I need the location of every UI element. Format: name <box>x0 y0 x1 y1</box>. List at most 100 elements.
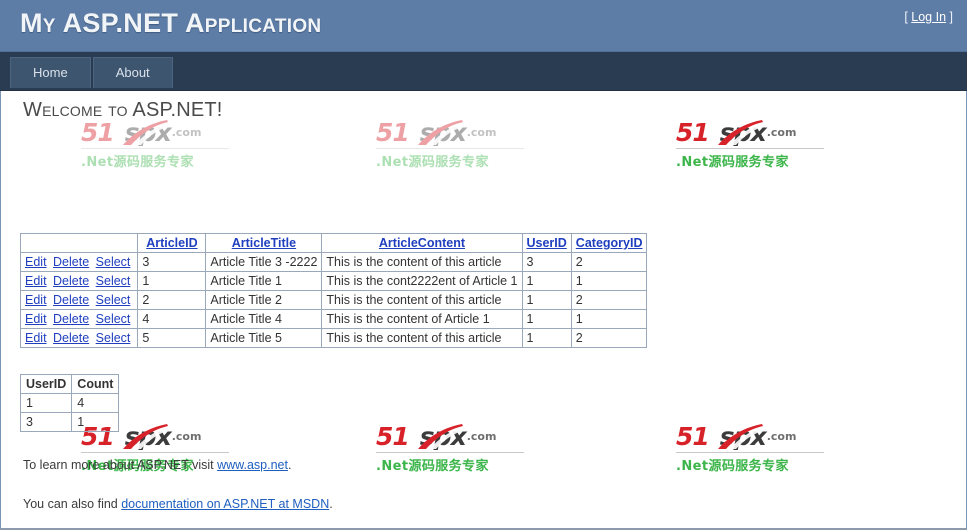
cell-articlecontent: This is the cont2222ent of Article 1 <box>321 271 523 291</box>
delete-link[interactable]: Delete <box>53 255 89 269</box>
delete-link[interactable]: Delete <box>53 293 89 307</box>
welcome-heading: Welcome to ASP.NET! <box>23 99 223 121</box>
watermark-logo: 51 spx.com <box>376 423 526 452</box>
sort-link-userid[interactable]: UserID <box>527 236 567 250</box>
watermark-brand-tld: .com <box>466 126 497 139</box>
documentation-text-before: You can also find <box>23 497 122 511</box>
watermark-tagline: .Net源码服务专家 <box>676 459 789 474</box>
watermark-brand-word: spx <box>419 423 467 451</box>
watermark-brand-number: 51 <box>676 423 710 451</box>
learn-more-text-before: To learn more about ASP.NET visit <box>23 458 218 472</box>
page-title: My ASP.NET Application <box>20 8 322 38</box>
table-row: 31 <box>19 412 120 432</box>
nav-link-home[interactable]: Home <box>10 57 91 88</box>
counts-table-head: UserID Count <box>19 374 120 394</box>
cell-articleid: 3 <box>137 252 207 272</box>
articles-table: ArticleID ArticleTitle ArticleContent Us… <box>19 233 648 348</box>
cell-articleid: 5 <box>137 328 207 348</box>
watermark-brand-tld: .com <box>766 126 797 139</box>
nav-item-about[interactable]: About <box>92 57 175 88</box>
counts-table-body: 1431 <box>19 393 120 432</box>
watermark-brand-number: 51 <box>376 119 410 147</box>
column-header-articletitle: ArticleTitle <box>205 233 323 253</box>
edit-link[interactable]: Edit <box>25 255 47 269</box>
select-link[interactable]: Select <box>96 274 131 288</box>
cell-articletitle: Article Title 4 <box>205 309 323 329</box>
watermark-brand-tld: .com <box>171 430 202 443</box>
articles-table-head: ArticleID ArticleTitle ArticleContent Us… <box>19 233 648 253</box>
nav-item-home[interactable]: Home <box>10 57 93 88</box>
site-watermark: 51 spx.com .Net源码服务专家 <box>81 119 231 170</box>
table-row: Edit Delete Select 2 Article Title 2 This … <box>19 290 648 310</box>
edit-link[interactable]: Edit <box>25 293 47 307</box>
cell-userid: 1 <box>521 328 572 348</box>
watermark-divider <box>81 148 229 149</box>
watermark-brand-tld: .com <box>171 126 202 139</box>
sort-link-articletitle[interactable]: ArticleTitle <box>232 236 296 250</box>
sort-link-categoryid[interactable]: CategoryID <box>576 236 643 250</box>
row-commands-cell: Edit Delete Select <box>19 252 139 272</box>
delete-link[interactable]: Delete <box>53 312 89 326</box>
site-watermark: 51 spx.com .Net源码服务专家 <box>676 119 826 170</box>
select-link[interactable]: Select <box>96 331 131 345</box>
cell-articlecontent: This is the content of this article <box>321 328 523 348</box>
select-link[interactable]: Select <box>96 255 131 269</box>
cell-counts-count: 4 <box>71 393 120 413</box>
swoosh-icon <box>718 424 763 449</box>
table-row: Edit Delete Select 4 Article Title 4 This … <box>19 309 648 329</box>
cell-counts-userid: 3 <box>19 412 73 432</box>
delete-link[interactable]: Delete <box>53 274 89 288</box>
watermark-brand-tld: .com <box>466 430 497 443</box>
column-header-articleid: ArticleID <box>137 233 207 253</box>
watermark-divider <box>676 148 824 149</box>
site-header: My ASP.NET Application [ Log In ] <box>0 0 967 52</box>
swoosh-icon <box>123 120 168 145</box>
swoosh-icon <box>123 424 168 449</box>
cell-userid: 1 <box>521 290 572 310</box>
watermark-logo: 51 spx.com <box>676 119 826 148</box>
watermark-brand-number: 51 <box>81 119 115 147</box>
watermark-divider <box>376 452 524 453</box>
cell-articletitle: Article Title 1 <box>205 271 323 291</box>
site-watermark: 51 spx.com .Net源码服务专家 <box>376 119 526 170</box>
login-area: [ Log In ] <box>904 10 953 24</box>
cell-articleid: 1 <box>137 271 207 291</box>
sort-link-articlecontent[interactable]: ArticleContent <box>379 236 465 250</box>
cell-articleid: 2 <box>137 290 207 310</box>
articles-table-body: Edit Delete Select 3 Article Title 3 -222… <box>19 252 648 348</box>
edit-link[interactable]: Edit <box>25 331 47 345</box>
counts-table: UserID Count 1431 <box>19 374 120 432</box>
watermark-brand-word: spx <box>124 423 172 451</box>
watermark-logo: 51 spx.com <box>81 119 231 148</box>
asp-net-link[interactable]: www.asp.net <box>217 458 288 472</box>
nav-link-about[interactable]: About <box>92 57 173 88</box>
edit-link[interactable]: Edit <box>25 312 47 326</box>
delete-link[interactable]: Delete <box>53 331 89 345</box>
msdn-documentation-link[interactable]: documentation on ASP.NET at MSDN <box>121 497 329 511</box>
row-commands-cell: Edit Delete Select <box>19 309 139 329</box>
cell-articletitle: Article Title 2 <box>205 290 323 310</box>
cell-articletitle: Article Title 5 <box>205 328 323 348</box>
select-link[interactable]: Select <box>96 293 131 307</box>
cell-userid: 3 <box>521 252 572 272</box>
watermark-logo: 51 spx.com <box>676 423 826 452</box>
watermark-brand-number: 51 <box>376 423 410 451</box>
sort-link-articleid[interactable]: ArticleID <box>146 236 197 250</box>
cell-categoryid: 2 <box>570 328 648 348</box>
cell-categoryid: 1 <box>570 271 648 291</box>
edit-link[interactable]: Edit <box>25 274 47 288</box>
cell-counts-count: 1 <box>71 412 120 432</box>
site-watermark: 51 spx.com .Net源码服务专家 <box>676 423 826 474</box>
log-in-link[interactable]: Log In <box>911 10 946 24</box>
table-header-row: UserID Count <box>19 374 120 394</box>
watermark-brand-word: spx <box>719 119 767 147</box>
column-header-articlecontent: ArticleContent <box>321 233 523 253</box>
cell-categoryid: 1 <box>570 309 648 329</box>
cell-userid: 1 <box>521 271 572 291</box>
content-area: Welcome to ASP.NET! 51 spx.com .Net源码服务专家 5… <box>0 91 967 530</box>
swoosh-icon <box>718 120 763 145</box>
select-link[interactable]: Select <box>96 312 131 326</box>
cell-articleid: 4 <box>137 309 207 329</box>
cell-articlecontent: This is the content of this article <box>321 290 523 310</box>
table-row: 14 <box>19 393 120 413</box>
